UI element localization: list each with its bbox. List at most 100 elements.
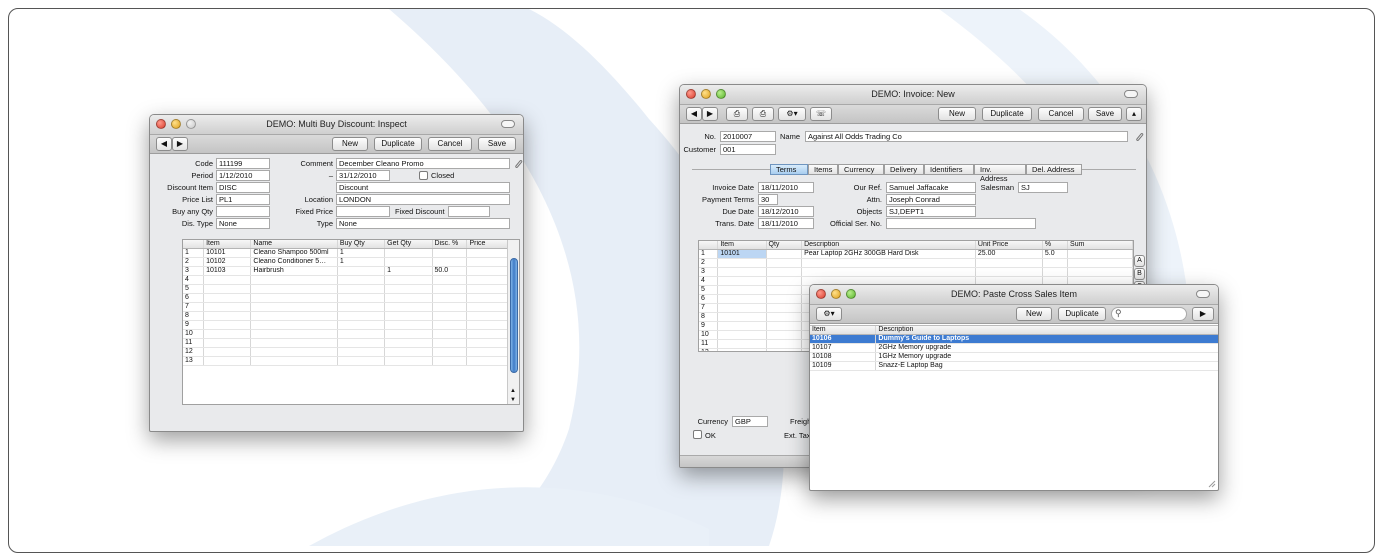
table-cell[interactable]: 8: [183, 311, 205, 321]
table-cell[interactable]: [766, 276, 803, 286]
table-cell[interactable]: 2GHz Memory upgrade: [875, 343, 1218, 353]
column-header[interactable]: Name: [250, 240, 338, 249]
table-row[interactable]: 10106 Dummy's Guide to Laptops: [810, 334, 1218, 344]
print-icon[interactable]: ⎙: [726, 107, 748, 121]
buy-any-qty-field[interactable]: [216, 206, 270, 217]
prev-record-button[interactable]: ◀: [156, 137, 172, 151]
table-cell[interactable]: 25.00: [975, 249, 1043, 259]
table-cell[interactable]: 1: [337, 257, 386, 267]
column-header[interactable]: Sum: [1067, 241, 1133, 250]
table-cell[interactable]: 1: [337, 248, 386, 258]
scroll-down-icon[interactable]: ▼: [510, 397, 516, 403]
table-cell[interactable]: 2: [183, 257, 205, 267]
table-cell[interactable]: [432, 320, 468, 330]
new-button[interactable]: New: [332, 137, 368, 151]
tab-currency[interactable]: Currency: [838, 164, 884, 175]
table-cell[interactable]: Cleano Shampoo 500ml: [250, 248, 338, 258]
table-cell[interactable]: [717, 348, 767, 351]
table-cell[interactable]: [384, 284, 433, 294]
table-cell[interactable]: [717, 321, 767, 331]
resize-grip-icon[interactable]: [1208, 480, 1216, 488]
table-row[interactable]: 2 10102 Cleano Conditioner 5… 1: [183, 257, 519, 267]
table-cell[interactable]: Hairbrush: [250, 266, 338, 276]
table-cell[interactable]: [337, 311, 386, 321]
table-row[interactable]: 10109 Snazz-E Laptop Bag: [810, 361, 1218, 371]
column-header[interactable]: Qty: [766, 241, 803, 250]
table-cell[interactable]: [1067, 267, 1133, 277]
column-header[interactable]: Item: [717, 241, 767, 250]
table-cell[interactable]: [384, 347, 433, 357]
code-field[interactable]: 111199: [216, 158, 270, 169]
tab-delivery[interactable]: Delivery: [884, 164, 924, 175]
table-row[interactable]: 10107 2GHz Memory upgrade: [810, 343, 1218, 353]
fixed-discount-field[interactable]: [448, 206, 490, 217]
title-bar[interactable]: DEMO: Paste Cross Sales Item: [810, 285, 1218, 305]
next-record-button[interactable]: ▶: [702, 107, 718, 121]
table-cell[interactable]: [250, 293, 338, 303]
table-cell[interactable]: [432, 293, 468, 303]
scroll-thumb[interactable]: [510, 258, 518, 373]
prev-record-button[interactable]: ◀: [686, 107, 702, 121]
table-cell[interactable]: [203, 284, 252, 294]
row-tag-a[interactable]: A: [1134, 255, 1145, 267]
cap-icon[interactable]: ▴: [1126, 107, 1142, 121]
discount-items-grid[interactable]: Item Name Buy Qty Get Qty Disc. % Price 1 1010…: [182, 239, 520, 405]
tab-del-address[interactable]: Del. Address: [1026, 164, 1082, 175]
table-cell[interactable]: [432, 329, 468, 339]
paperclip-icon[interactable]: [1134, 131, 1144, 142]
table-cell[interactable]: [203, 311, 252, 321]
table-cell[interactable]: [203, 302, 252, 312]
table-cell[interactable]: Snazz-E Laptop Bag: [875, 361, 1218, 371]
table-cell[interactable]: [384, 302, 433, 312]
tab-terms[interactable]: Terms: [770, 164, 808, 175]
table-cell[interactable]: [337, 338, 386, 348]
gear-menu-icon[interactable]: ⚙▾: [816, 307, 842, 321]
table-cell[interactable]: [384, 275, 433, 285]
save-button[interactable]: Save: [478, 137, 516, 151]
table-cell[interactable]: [801, 258, 976, 268]
table-cell[interactable]: [203, 338, 252, 348]
table-cell[interactable]: 7: [183, 302, 205, 312]
go-button[interactable]: ▶: [1192, 307, 1214, 321]
dis-type-field[interactable]: None: [216, 218, 270, 229]
table-cell[interactable]: [432, 311, 468, 321]
table-cell[interactable]: [432, 338, 468, 348]
table-cell[interactable]: [384, 248, 433, 258]
table-cell[interactable]: [250, 329, 338, 339]
table-cell[interactable]: [1067, 258, 1133, 268]
column-header[interactable]: Get Qty: [384, 240, 433, 249]
table-cell[interactable]: [975, 267, 1043, 277]
column-header[interactable]: Disc. %: [432, 240, 468, 249]
table-row[interactable]: 1 10101 Pear Laptop 2GHz 300GB Hard Disk 25…: [699, 249, 1133, 259]
table-cell[interactable]: [766, 303, 803, 313]
table-cell[interactable]: 10103: [203, 266, 252, 276]
table-cell[interactable]: [337, 266, 386, 276]
table-cell[interactable]: [250, 338, 338, 348]
print-preview-icon[interactable]: ⎙: [752, 107, 774, 121]
table-cell[interactable]: 5: [183, 284, 205, 294]
gear-menu-icon[interactable]: ⚙▾: [778, 107, 806, 121]
table-cell[interactable]: [337, 275, 386, 285]
table-cell[interactable]: [250, 356, 338, 366]
table-cell[interactable]: 1GHz Memory upgrade: [875, 352, 1218, 362]
table-row[interactable]: 3 10103 Hairbrush 1 50.0: [183, 266, 519, 276]
table-row[interactable]: 7: [183, 302, 519, 312]
table-cell[interactable]: 2: [699, 258, 719, 268]
currency-field[interactable]: GBP: [732, 416, 768, 427]
table-row[interactable]: 8: [183, 311, 519, 321]
trans-date-field[interactable]: 18/11/2010: [758, 218, 814, 229]
tab-inv-address[interactable]: Inv. Address: [974, 164, 1026, 183]
table-cell[interactable]: 9: [699, 321, 719, 331]
table-cell[interactable]: [432, 347, 468, 357]
table-row[interactable]: 2: [699, 258, 1133, 268]
title-bar[interactable]: DEMO: Invoice: New: [680, 85, 1146, 105]
vertical-scrollbar[interactable]: ▲ ▼: [507, 240, 519, 404]
table-cell[interactable]: [384, 257, 433, 267]
table-cell[interactable]: 1: [384, 266, 433, 276]
table-cell[interactable]: [203, 275, 252, 285]
table-cell[interactable]: [337, 347, 386, 357]
due-date-field[interactable]: 18/12/2010: [758, 206, 814, 217]
table-cell[interactable]: 8: [699, 312, 719, 322]
table-cell[interactable]: 11: [699, 339, 719, 349]
table-cell[interactable]: [801, 267, 976, 277]
